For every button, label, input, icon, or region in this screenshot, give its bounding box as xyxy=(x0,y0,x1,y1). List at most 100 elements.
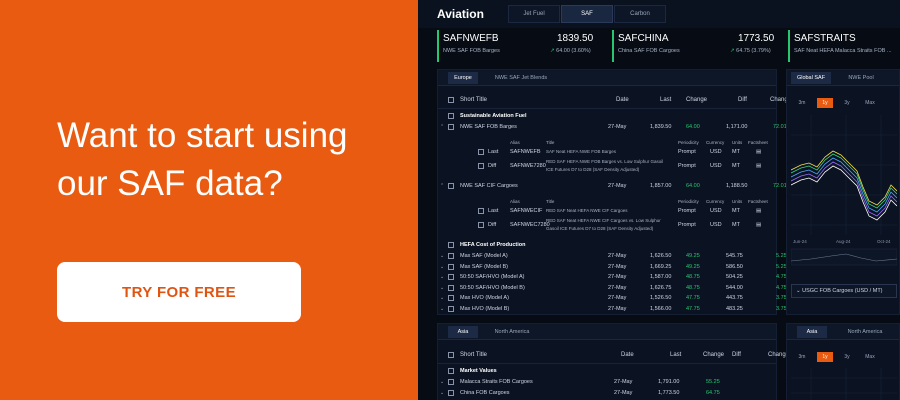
row-diff: 544.00 xyxy=(726,284,743,291)
row-change: 47.75 xyxy=(686,305,700,312)
row-checkbox[interactable] xyxy=(448,284,454,291)
row-name[interactable]: NWE SAF CIF Cargoes xyxy=(460,183,518,189)
factsheet-icon[interactable]: ▤ xyxy=(756,208,761,214)
trend-up-icon: ↗ xyxy=(730,48,735,54)
series-select-value: USGC FOB Cargoes (USD / MT) xyxy=(802,288,883,294)
col-diff[interactable]: Diff xyxy=(738,97,747,103)
tab-north-america[interactable]: North America xyxy=(484,326,540,338)
series-select[interactable]: ⌄ USGC FOB Cargoes (USD / MT) xyxy=(791,284,897,298)
row-checkbox[interactable] xyxy=(448,274,454,280)
col-change[interactable]: Change xyxy=(686,97,707,103)
section-checkbox[interactable] xyxy=(448,242,454,248)
col-diff[interactable]: Diff xyxy=(732,352,741,358)
range-3y[interactable]: 3y xyxy=(839,352,855,362)
chevron-down-icon[interactable]: ⌄ xyxy=(440,285,444,291)
tab-saf[interactable]: SAF xyxy=(561,5,613,23)
asia-table-panel: Asia North America Short Title Date Last… xyxy=(437,323,789,400)
row-change: 47.75 xyxy=(686,295,700,301)
detail-col-periodicity: Periodicity xyxy=(678,140,699,145)
row-last: 1,626.75 xyxy=(650,284,672,291)
price-chart[interactable]: Jun-24 Aug-24 Oct-24 xyxy=(791,115,897,285)
detail-checkbox[interactable] xyxy=(478,163,484,169)
chevron-down-icon[interactable]: ⌄ xyxy=(440,306,444,312)
row-name[interactable]: Malacca Straits FOB Cargoes xyxy=(460,379,533,385)
range-1y[interactable]: 1y xyxy=(817,352,833,362)
row-checkbox[interactable] xyxy=(448,295,454,301)
tab-nwe-pool[interactable]: NWE Pool xyxy=(841,72,881,84)
ticker-safchina[interactable]: SAFCHINA 1773.50 China SAF FOB Cargoes ↗… xyxy=(612,30,784,62)
section-checkbox[interactable] xyxy=(448,368,454,374)
range-3m[interactable]: 3m xyxy=(793,352,811,362)
try-for-free-button[interactable]: TRY FOR FREE xyxy=(57,262,301,322)
row-name[interactable]: Max HVO (Model B) xyxy=(460,306,509,312)
range-1y[interactable]: 1y xyxy=(817,98,833,108)
detail-period: Prompt xyxy=(678,163,696,169)
row-name[interactable]: Max HVO (Model A) xyxy=(460,295,509,301)
chevron-down-icon[interactable]: ⌄ xyxy=(440,379,444,385)
range-max[interactable]: Max xyxy=(861,98,879,108)
row-checkbox[interactable] xyxy=(448,305,454,312)
tab-europe[interactable]: Europe xyxy=(448,72,478,84)
range-max[interactable]: Max xyxy=(861,352,879,362)
chevron-down-icon[interactable]: ⌄ xyxy=(440,390,444,396)
row-diff: 483.25 xyxy=(726,305,743,312)
col-last[interactable]: Last xyxy=(660,97,671,103)
navigator[interactable] xyxy=(791,248,897,266)
factsheet-icon[interactable]: ▤ xyxy=(756,222,761,228)
tab-nwe-saf-jet-blends[interactable]: NWE SAF Jet Blends xyxy=(486,72,556,84)
row-name[interactable]: Max SAF (Model A) xyxy=(460,253,508,259)
detail-checkbox[interactable] xyxy=(478,222,484,228)
col-short-title[interactable]: Short Title xyxy=(460,97,487,103)
col-date[interactable]: Date xyxy=(621,352,634,358)
col-last[interactable]: Last xyxy=(670,352,681,358)
tab-jet-fuel[interactable]: Jet Fuel xyxy=(508,5,560,23)
select-all-checkbox[interactable] xyxy=(448,352,454,358)
app-header: Aviation Jet Fuel SAF Carbon xyxy=(418,0,900,28)
row-checkbox[interactable] xyxy=(448,390,454,396)
row-checkbox[interactable] xyxy=(448,379,454,385)
chevron-up-icon[interactable]: ⌃ xyxy=(440,124,444,130)
ticker-safstraits[interactable]: SAFSTRAITS SAF Neat HEFA Malacca Straits… xyxy=(788,30,900,62)
row-date: 27-May xyxy=(614,390,633,396)
factsheet-icon[interactable]: ▤ xyxy=(756,149,761,155)
row-checkbox[interactable] xyxy=(448,183,454,189)
row-diff: 586.50 xyxy=(726,263,743,270)
row-name[interactable]: NWE SAF FOB Barges xyxy=(460,124,517,130)
tab-carbon[interactable]: Carbon xyxy=(614,5,666,23)
chevron-down-icon[interactable]: ⌄ xyxy=(440,295,444,301)
select-all-checkbox[interactable] xyxy=(448,97,454,103)
row-name[interactable]: 50:50 SAF/HVO (Model A) xyxy=(460,274,525,280)
factsheet-icon[interactable]: ▤ xyxy=(756,163,761,169)
tab-asia[interactable]: Asia xyxy=(448,326,478,338)
row-checkbox[interactable] xyxy=(448,263,454,270)
row-checkbox[interactable] xyxy=(448,253,454,259)
tab-asia[interactable]: Asia xyxy=(797,326,827,338)
row-date: 27-May xyxy=(608,295,627,301)
row-last: 1,626.50 xyxy=(650,253,672,259)
detail-checkbox[interactable] xyxy=(478,149,484,155)
chevron-down-icon[interactable]: ⌄ xyxy=(440,253,444,259)
col-change[interactable]: Change xyxy=(703,352,724,358)
promo-banner: Want to start using our SAF data? TRY FO… xyxy=(0,0,418,400)
range-3m[interactable]: 3m xyxy=(793,98,811,108)
chevron-up-icon[interactable]: ⌃ xyxy=(440,183,444,189)
col-date[interactable]: Date xyxy=(616,97,629,103)
tab-global-saf[interactable]: Global SAF xyxy=(791,72,831,84)
chevron-down-icon[interactable]: ⌄ xyxy=(440,264,444,270)
row-name[interactable]: Max SAF (Model B) xyxy=(460,264,508,270)
tab-north-america[interactable]: North America xyxy=(837,326,893,338)
asia-chart[interactable] xyxy=(791,368,897,400)
row-name[interactable]: 50:50 SAF/HVO (Model B) xyxy=(460,285,525,291)
aviation-dashboard: Aviation Jet Fuel SAF Carbon SAFNWEFB 18… xyxy=(418,0,900,400)
col-short-title[interactable]: Short Title xyxy=(460,352,487,358)
asia-chart-subtabs: Asia North America xyxy=(787,324,899,340)
row-last: 1,587.00 xyxy=(650,274,672,280)
row-name[interactable]: China FOB Cargoes xyxy=(460,390,510,396)
ticker-safnwefb[interactable]: SAFNWEFB 1839.50 NWE SAF FOB Barges ↗ 64… xyxy=(437,30,607,62)
ticker-change-value: 64.00 (3.60%) xyxy=(556,48,591,54)
range-3y[interactable]: 3y xyxy=(839,98,855,108)
row-checkbox[interactable] xyxy=(448,124,454,130)
section-checkbox[interactable] xyxy=(448,113,454,119)
chevron-down-icon[interactable]: ⌄ xyxy=(440,274,444,280)
detail-checkbox[interactable] xyxy=(478,208,484,214)
